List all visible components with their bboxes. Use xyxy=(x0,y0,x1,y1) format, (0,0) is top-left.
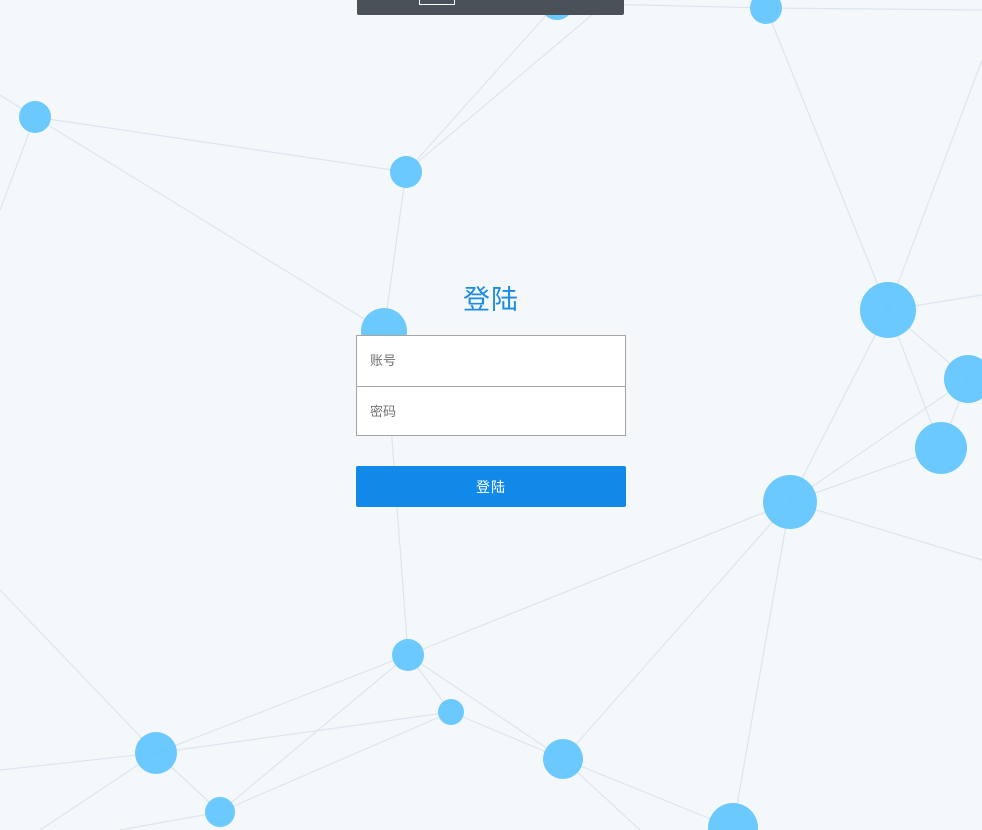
network-node xyxy=(750,0,782,24)
network-link xyxy=(765,7,889,311)
network-node xyxy=(860,282,916,338)
network-link xyxy=(34,116,385,332)
network-node xyxy=(390,156,422,188)
network-link xyxy=(34,116,407,173)
network-link xyxy=(155,654,409,754)
network-node xyxy=(944,355,982,403)
network-node xyxy=(392,639,424,671)
top-overlay-bar xyxy=(357,0,624,15)
network-link xyxy=(887,59,982,311)
network-node xyxy=(543,739,583,779)
network-node xyxy=(915,422,967,474)
network-link xyxy=(562,758,734,829)
password-input[interactable] xyxy=(357,387,625,437)
network-node xyxy=(438,699,464,725)
network-link xyxy=(562,501,791,760)
network-link xyxy=(0,589,157,754)
network-link xyxy=(732,501,791,829)
network-node xyxy=(708,803,758,830)
network-node xyxy=(763,475,817,529)
network-link xyxy=(219,711,452,813)
network-node xyxy=(205,797,235,827)
network-link xyxy=(407,501,791,656)
account-input[interactable] xyxy=(357,336,625,386)
network-link xyxy=(789,309,889,503)
network-link xyxy=(119,811,221,830)
network-link xyxy=(789,501,982,561)
network-link xyxy=(0,752,157,771)
network-link xyxy=(407,654,564,760)
network-link xyxy=(765,7,982,11)
network-link xyxy=(219,654,409,813)
network-node xyxy=(19,101,51,133)
network-link xyxy=(405,7,601,173)
login-button[interactable]: 登陆 xyxy=(356,466,626,507)
login-title: 登陆 xyxy=(463,285,519,316)
login-page: 登陆 登陆 xyxy=(0,0,982,830)
network-node xyxy=(135,732,177,774)
network-link xyxy=(155,711,452,754)
login-input-group xyxy=(356,335,626,437)
network-link xyxy=(405,2,558,173)
top-bar-box xyxy=(419,0,455,5)
